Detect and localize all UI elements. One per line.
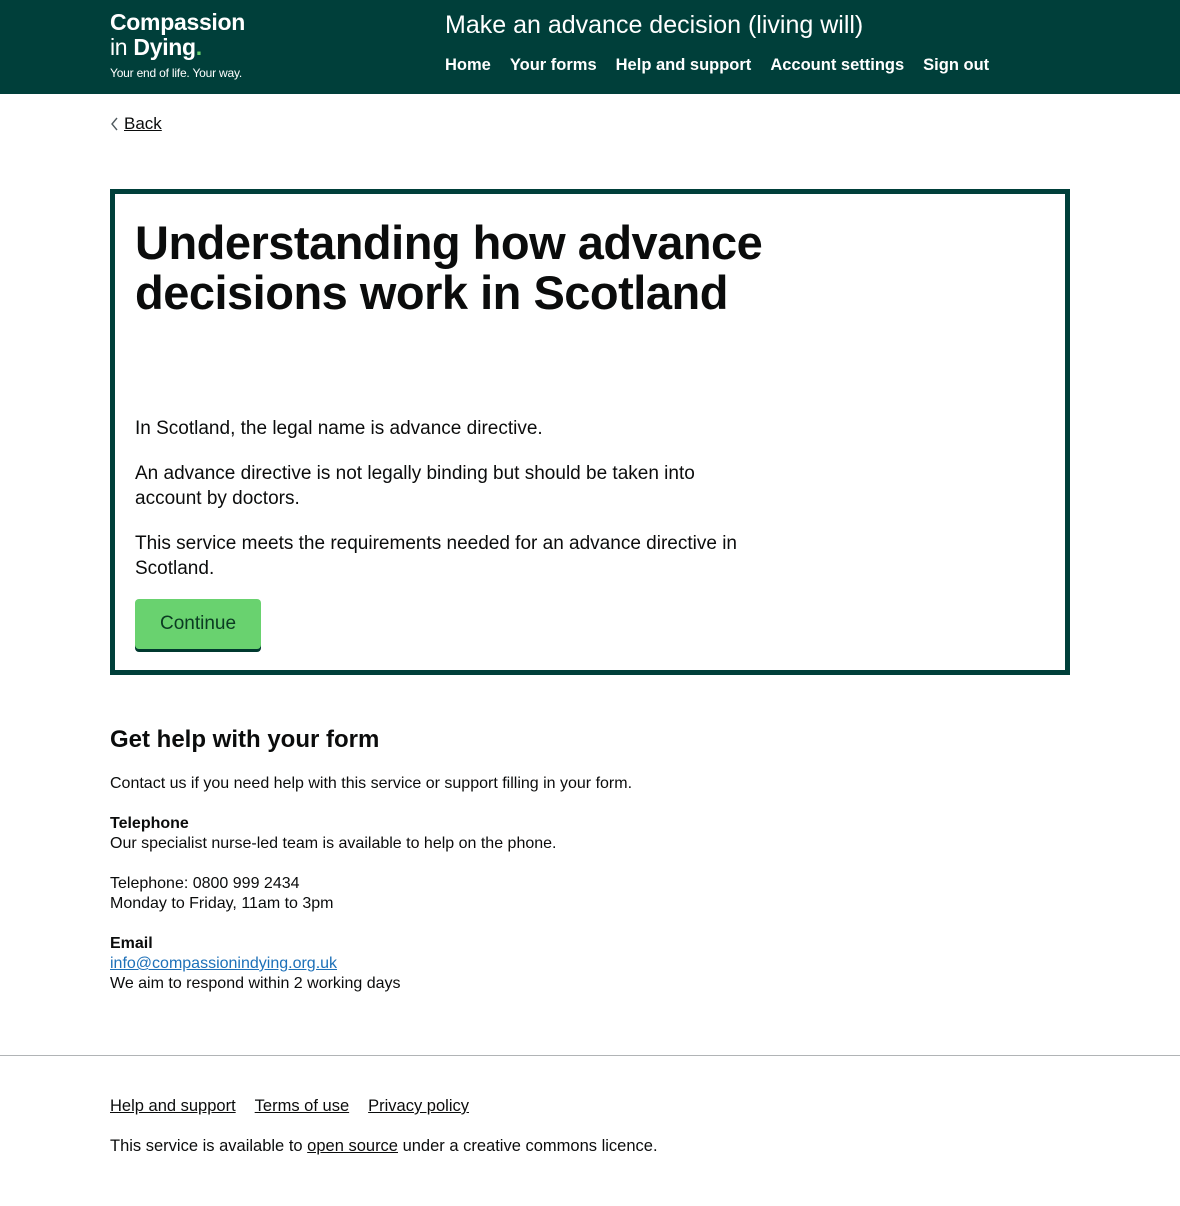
logo-word-in: in [110, 34, 128, 60]
help-section: Contact us if you need help with this se… [110, 774, 810, 994]
footer-links: Help and support Terms of use Privacy po… [110, 1096, 469, 1116]
logo-line-2: in Dying. [110, 35, 260, 60]
site-header: Compassion in Dying. Your end of life. Y… [0, 0, 1180, 94]
telephone-heading: Telephone [110, 815, 189, 832]
logo-word-dying: Dying [133, 34, 196, 60]
panel-paragraph-requirements: This service meets the requirements need… [135, 533, 737, 579]
continue-button[interactable]: Continue [135, 599, 261, 649]
nav-help-and-support[interactable]: Help and support [616, 54, 752, 76]
chevron-left-icon [111, 117, 118, 131]
service-name[interactable]: Make an advance decision (living will) [445, 9, 863, 41]
email-heading: Email [110, 935, 153, 952]
open-source-link[interactable]: open source [307, 1137, 398, 1155]
back-link[interactable]: Back [124, 114, 162, 134]
email-link[interactable]: info@compassionindying.org.uk [110, 954, 810, 974]
logo-dot: . [195, 34, 202, 60]
panel-paragraph-legal-name: In Scotland, the legal name is advance d… [135, 418, 543, 439]
nav-your-forms[interactable]: Your forms [510, 54, 597, 76]
telephone-description: Our specialist nurse-led team is availab… [110, 835, 557, 852]
licence-text-end: under a creative commons licence. [398, 1137, 658, 1155]
compassion-in-dying-logo[interactable]: Compassion in Dying. Your end of life. Y… [110, 10, 260, 81]
help-intro: Contact us if you need help with this se… [110, 775, 633, 792]
footer-link-help-and-support[interactable]: Help and support [110, 1096, 236, 1116]
telephone-number: Telephone: 0800 999 2434 [110, 875, 300, 892]
footer-link-terms-of-use[interactable]: Terms of use [255, 1096, 349, 1116]
logo-tagline: Your end of life. Your way. [110, 66, 243, 80]
nav-account-settings[interactable]: Account settings [770, 54, 904, 76]
page-title: Understanding how advance decisions work… [135, 216, 763, 319]
nav-home[interactable]: Home [445, 54, 491, 76]
licence-statement: This service is available to open source… [110, 1136, 658, 1156]
help-section-title: Get help with your form [110, 726, 380, 753]
telephone-hours: Monday to Friday, 11am to 3pm [110, 895, 334, 912]
nav-sign-out[interactable]: Sign out [923, 54, 989, 76]
information-panel: Understanding how advance decisions work… [110, 189, 1070, 675]
licence-text-start: This service is available to [110, 1137, 308, 1155]
footer-link-privacy-policy[interactable]: Privacy policy [368, 1096, 469, 1116]
primary-navigation: Home Your forms Help and support Account… [445, 54, 989, 76]
email-response-time: We aim to respond within 2 working days [110, 975, 401, 992]
back-link-container: Back [110, 114, 162, 134]
footer-divider [0, 1055, 1180, 1056]
panel-paragraph-not-binding: An advance directive is not legally bind… [135, 463, 695, 509]
logo-line-1: Compassion [110, 9, 246, 35]
